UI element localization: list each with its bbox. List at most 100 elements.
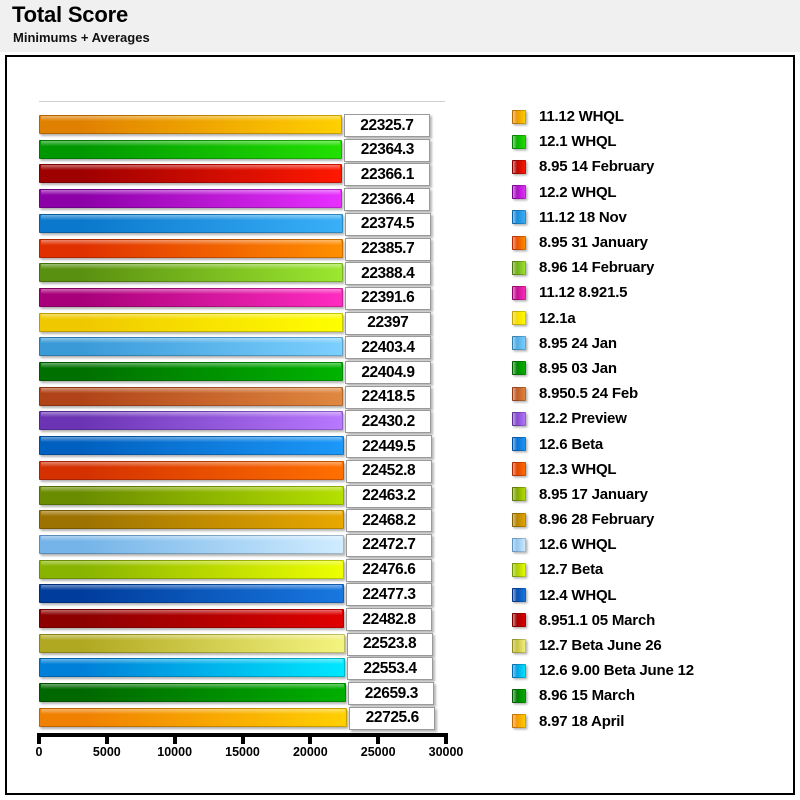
- chart-frame: 22325.7 22364.3 22366.1 22366.4 22374.5 22385…: [5, 55, 795, 795]
- bar-edge: [39, 164, 343, 184]
- x-axis-tick: [376, 733, 381, 744]
- bar[interactable]: [39, 337, 343, 357]
- bar[interactable]: [39, 460, 344, 480]
- legend-swatch-icon: [512, 185, 526, 200]
- value-label: 22404.9: [344, 361, 431, 384]
- bar-row: [39, 582, 344, 605]
- bar[interactable]: [39, 386, 344, 406]
- bar[interactable]: [39, 362, 343, 381]
- bar-edge: [39, 337, 343, 357]
- bar-gloss: [41, 140, 341, 146]
- bar-gloss: [41, 437, 342, 443]
- bar-row: [39, 558, 344, 581]
- bar-edge: [39, 707, 348, 727]
- x-axis-tick-label: 15000: [225, 745, 260, 759]
- legend-swatch-edge: [512, 134, 526, 149]
- bar-gloss: [41, 560, 342, 566]
- legend-item[interactable]: 8.95 03 Jan: [505, 356, 795, 381]
- bar[interactable]: [39, 658, 345, 678]
- legend-swatch-gloss: [513, 160, 517, 173]
- value-label: 22553.4: [346, 657, 433, 681]
- legend-swatch-edge: [512, 285, 526, 300]
- legend-item[interactable]: 8.950.5 24 Feb: [505, 381, 795, 406]
- bar[interactable]: [39, 263, 343, 283]
- legend-item[interactable]: 11.12 8.921.5: [505, 280, 795, 305]
- legend-swatch-edge: [512, 235, 526, 250]
- legend-swatch-edge: [512, 613, 526, 628]
- value-label: 22403.4: [344, 336, 431, 360]
- bar-edge: [39, 139, 343, 159]
- value-label: 22366.1: [344, 163, 431, 187]
- legend-item-label: 11.12 18 Nov: [539, 208, 627, 226]
- bar[interactable]: [39, 609, 345, 628]
- legend-swatch-edge: [512, 537, 526, 552]
- bar[interactable]: [39, 584, 344, 604]
- legend-item[interactable]: 11.12 18 Nov: [505, 205, 795, 230]
- bar[interactable]: [39, 559, 344, 579]
- legend-item-label: 12.1 WHQL: [539, 133, 617, 151]
- legend-item[interactable]: 12.3 WHQL: [505, 457, 795, 482]
- value-label: 22388.4: [344, 262, 431, 286]
- legend-swatch-icon: [512, 411, 526, 426]
- bar[interactable]: [39, 436, 344, 456]
- legend-item[interactable]: 11.12 WHQL: [505, 104, 795, 129]
- legend-swatch-edge: [512, 386, 526, 401]
- legend-item[interactable]: 8.95 14 February: [505, 154, 795, 179]
- legend-item[interactable]: 12.6 9.00 Beta June 12: [505, 658, 795, 683]
- legend-item[interactable]: 12.4 WHQL: [505, 583, 795, 608]
- bar[interactable]: [39, 683, 347, 703]
- bar[interactable]: [39, 238, 343, 258]
- bar-gloss: [41, 708, 346, 714]
- legend-item[interactable]: 12.7 Beta June 26: [505, 633, 795, 658]
- legend-item[interactable]: 8.95 24 Jan: [505, 331, 795, 356]
- legend-item[interactable]: 8.96 28 February: [505, 507, 795, 532]
- legend-item[interactable]: 12.1 WHQL: [505, 129, 795, 154]
- legend-swatch-icon: [512, 260, 526, 275]
- x-axis-tick: [308, 733, 313, 744]
- legend-item[interactable]: 8.97 18 April: [505, 709, 795, 734]
- bar[interactable]: [39, 115, 342, 134]
- bar[interactable]: [39, 189, 343, 209]
- bar-row: [39, 360, 343, 383]
- bar[interactable]: [39, 411, 344, 431]
- legend-item[interactable]: 8.951.1 05 March: [505, 608, 795, 633]
- bar[interactable]: [39, 213, 343, 233]
- legend-swatch-edge: [512, 487, 526, 502]
- bar[interactable]: [39, 534, 344, 554]
- legend-item[interactable]: 12.2 WHQL: [505, 180, 795, 205]
- bar[interactable]: [39, 139, 343, 159]
- bar-gloss: [41, 659, 343, 665]
- legend-item[interactable]: 12.7 Beta: [505, 557, 795, 582]
- legend-item[interactable]: 12.6 WHQL: [505, 532, 795, 557]
- legend-item[interactable]: 8.96 15 March: [505, 683, 795, 708]
- legend-item-label: 8.95 31 January: [539, 234, 648, 252]
- bar-gloss: [41, 684, 345, 690]
- legend-item[interactable]: 8.95 31 January: [505, 230, 795, 255]
- bar[interactable]: [39, 287, 343, 307]
- bar[interactable]: [39, 164, 343, 184]
- legend-item-label: 8.96 28 February: [539, 511, 655, 529]
- bar-row: [39, 706, 348, 729]
- legend-item[interactable]: 8.96 14 February: [505, 255, 795, 280]
- bar-row: [39, 632, 345, 655]
- bar-row: [39, 434, 344, 457]
- bar-gloss: [41, 610, 343, 615]
- bar[interactable]: [39, 633, 345, 653]
- bar[interactable]: [39, 707, 348, 727]
- legend-swatch-edge: [512, 185, 526, 200]
- bar[interactable]: [39, 312, 343, 332]
- legend-item-label: 12.2 Preview: [539, 410, 627, 428]
- value-label: 22452.8: [345, 459, 432, 483]
- legend-item-label: 8.95 03 Jan: [539, 359, 617, 377]
- legend-item[interactable]: 8.95 17 January: [505, 482, 795, 507]
- bar-gloss: [41, 214, 341, 220]
- legend-item[interactable]: 12.1a: [505, 306, 795, 331]
- bar[interactable]: [39, 485, 344, 505]
- legend-item-label: 8.97 18 April: [539, 712, 625, 730]
- legend-item[interactable]: 12.6 Beta: [505, 431, 795, 456]
- legend-item-label: 11.12 8.921.5: [539, 284, 628, 302]
- legend-swatch-icon: [512, 109, 526, 124]
- bar[interactable]: [39, 510, 344, 530]
- legend-item[interactable]: 12.2 Preview: [505, 406, 795, 431]
- bar-gloss: [41, 412, 342, 418]
